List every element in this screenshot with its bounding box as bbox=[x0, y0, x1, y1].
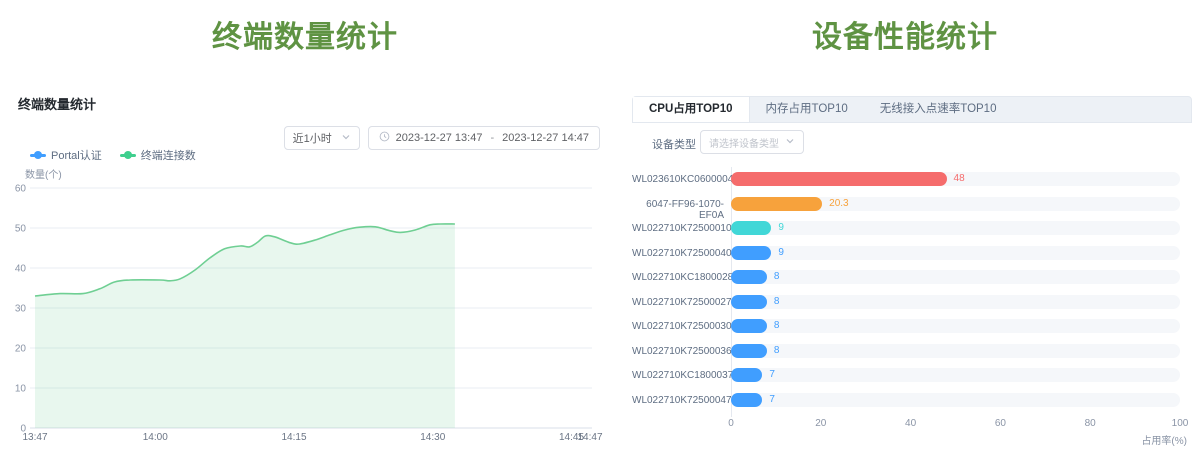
bar[interactable] bbox=[731, 221, 771, 235]
device-type-label: 设备类型 bbox=[652, 136, 696, 152]
bar-category-label: WL022710K725000307 bbox=[632, 321, 724, 332]
legend-label: Portal认证 bbox=[51, 147, 102, 163]
bar-value-label: 48 bbox=[954, 172, 965, 186]
perf-tabbar: CPU占用TOP10内存占用TOP10无线接入点速率TOP10 bbox=[632, 96, 1192, 123]
bar-category-label: WL022710KC18000372 bbox=[632, 370, 724, 381]
x-tick-label: 20 bbox=[815, 418, 826, 429]
x-tick-label: 14:15 bbox=[281, 432, 306, 443]
bar-value-label: 20.3 bbox=[829, 197, 848, 211]
bar-value-label: 8 bbox=[774, 295, 780, 309]
device-type-select[interactable]: 请选择设备类型 bbox=[700, 130, 804, 154]
bar-category-label: WL023610KC06000043 bbox=[632, 174, 724, 185]
bar[interactable] bbox=[731, 197, 822, 211]
bar-track bbox=[731, 270, 1180, 284]
date-range-start: 2023-12-27 13:47 bbox=[396, 132, 483, 144]
y-tick-label: 50 bbox=[15, 224, 27, 235]
bar-track bbox=[731, 221, 1180, 235]
terminal-stats-heading: 终端数量统计 bbox=[0, 0, 610, 56]
tab-1[interactable]: 内存占用TOP10 bbox=[750, 97, 864, 122]
device-perf-section: 设备性能统计 CPU占用TOP10内存占用TOP10无线接入点速率TOP10 设… bbox=[610, 0, 1200, 456]
bar-track bbox=[731, 295, 1180, 309]
x-tick-label: 60 bbox=[995, 418, 1006, 429]
bar-track bbox=[731, 393, 1180, 407]
y-axis-name: 数量(个) bbox=[25, 166, 62, 181]
x-tick-label: 13:47 bbox=[22, 432, 47, 443]
bar-value-label: 7 bbox=[769, 393, 775, 407]
bar-category-label: WL022710K725000272 bbox=[632, 297, 724, 308]
bar[interactable] bbox=[731, 368, 762, 382]
cpu-top10-chart[interactable]: WL023610KC06000043 48 6047-FF96-1070-EF0A 2… bbox=[632, 165, 1192, 448]
x-tick-label: 80 bbox=[1085, 418, 1096, 429]
legend-marker-icon bbox=[120, 154, 136, 157]
time-range-value: 近1小时 bbox=[293, 130, 332, 146]
x-tick-label: 14:00 bbox=[143, 432, 168, 443]
bar[interactable] bbox=[731, 246, 771, 260]
bar[interactable] bbox=[731, 270, 767, 284]
y-tick-label: 10 bbox=[15, 384, 27, 395]
y-tick-label: 60 bbox=[15, 184, 27, 195]
x-tick-label: 14:47 bbox=[577, 432, 602, 443]
terminal-panel-title: 终端数量统计 bbox=[18, 94, 96, 113]
bar-value-label: 8 bbox=[774, 270, 780, 284]
date-range-separator: - bbox=[488, 132, 496, 144]
clock-icon bbox=[379, 131, 390, 145]
bar-track bbox=[731, 344, 1180, 358]
legend-item-1[interactable]: 终端连接数 bbox=[120, 147, 196, 163]
legend-item-0[interactable]: Portal认证 bbox=[30, 147, 102, 163]
bar-value-label: 8 bbox=[774, 344, 780, 358]
device-type-placeholder: 请选择设备类型 bbox=[709, 135, 779, 150]
x-tick-label: 40 bbox=[905, 418, 916, 429]
bar[interactable] bbox=[731, 172, 947, 186]
legend-marker-icon bbox=[30, 154, 46, 157]
bar-track bbox=[731, 368, 1180, 382]
time-range-select[interactable]: 近1小时 bbox=[284, 126, 360, 150]
tab-0[interactable]: CPU占用TOP10 bbox=[633, 97, 750, 122]
bar-track bbox=[731, 246, 1180, 260]
series-area bbox=[35, 224, 455, 428]
bar-value-label: 9 bbox=[778, 246, 784, 260]
date-range-picker[interactable]: 2023-12-27 13:47 - 2023-12-27 14:47 bbox=[368, 126, 600, 150]
bar-category-label: WL022710K725000409 bbox=[632, 248, 724, 259]
line-chart-svg: 010203040506013:4714:0014:1514:3014:4514… bbox=[0, 180, 610, 456]
bar-value-label: 9 bbox=[778, 221, 784, 235]
legend-label: 终端连接数 bbox=[141, 147, 196, 163]
bar-value-label: 8 bbox=[774, 319, 780, 333]
bar-category-label: WL022710K725000470 bbox=[632, 395, 724, 406]
chart-legend: Portal认证 终端连接数 bbox=[30, 147, 196, 163]
bar[interactable] bbox=[731, 393, 762, 407]
y-tick-label: 20 bbox=[15, 344, 27, 355]
x-axis-name: 占用率(%) bbox=[1141, 432, 1187, 447]
bar[interactable] bbox=[731, 319, 767, 333]
terminal-count-chart[interactable]: 010203040506013:4714:0014:1514:3014:4514… bbox=[0, 180, 610, 456]
chevron-down-icon bbox=[785, 136, 795, 149]
chevron-down-icon bbox=[341, 132, 351, 145]
tab-2[interactable]: 无线接入点速率TOP10 bbox=[864, 97, 1013, 122]
bar-category-label: 6047-FF96-1070-EF0A bbox=[632, 199, 724, 221]
x-tick-label: 14:30 bbox=[420, 432, 445, 443]
device-perf-card: CPU占用TOP10内存占用TOP10无线接入点速率TOP10 设备类型 请选择… bbox=[632, 96, 1192, 448]
y-tick-label: 40 bbox=[15, 264, 27, 275]
bar-category-label: WL022710K725000102 bbox=[632, 223, 724, 234]
bar-category-label: WL022710KC18000280 bbox=[632, 272, 724, 283]
bar-track bbox=[731, 319, 1180, 333]
bar[interactable] bbox=[731, 295, 767, 309]
terminal-stats-section: 终端数量统计 终端数量统计 近1小时 2023-12-27 13:47 - 20… bbox=[0, 0, 610, 456]
bar-category-label: WL022710K725000369 bbox=[632, 346, 724, 357]
x-tick-label: 0 bbox=[728, 418, 734, 429]
date-range-end: 2023-12-27 14:47 bbox=[502, 132, 589, 144]
bar-value-label: 7 bbox=[769, 368, 775, 382]
bar[interactable] bbox=[731, 344, 767, 358]
device-perf-heading: 设备性能统计 bbox=[610, 0, 1200, 56]
x-tick-label: 100 bbox=[1172, 418, 1189, 429]
y-tick-label: 30 bbox=[15, 304, 27, 315]
